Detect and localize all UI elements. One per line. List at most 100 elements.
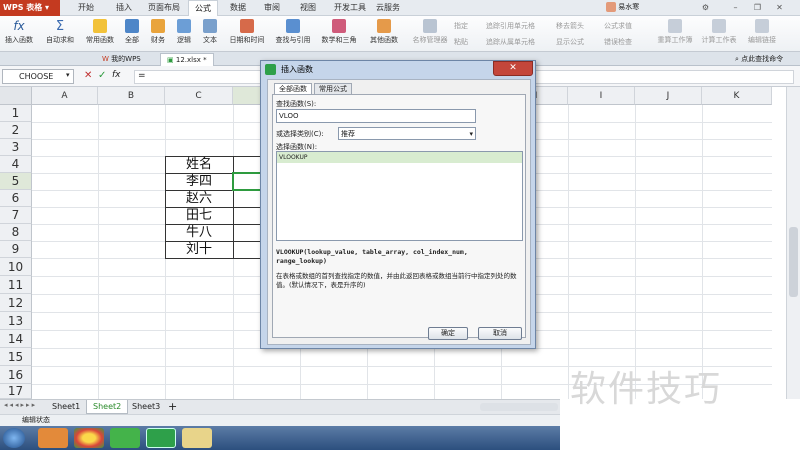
chevron-down-icon[interactable]: ▾ [66, 71, 70, 79]
row-header-2[interactable]: 2 [0, 122, 32, 139]
row-header-15[interactable]: 15 [0, 348, 32, 366]
restore-icon[interactable]: ❐ [752, 2, 763, 13]
autosum-button[interactable]: Σ 自动求和 [40, 16, 80, 52]
select-all-corner[interactable] [0, 87, 32, 105]
col-header-i[interactable]: I [568, 87, 635, 105]
specify-button[interactable]: 指定 [454, 21, 468, 31]
command-search[interactable]: ⌕ 点此查找命令 [735, 54, 783, 64]
tab-data[interactable]: 数据 [224, 0, 252, 16]
finance-button[interactable]: 财务 [146, 16, 170, 52]
cell-c4[interactable]: 姓名 [165, 156, 233, 173]
fx-button[interactable]: fx [112, 70, 121, 80]
user-avatar[interactable]: 易水寒 [606, 2, 639, 12]
function-list[interactable]: VLOOKUP [276, 151, 523, 241]
confirm-icon[interactable]: ✓ [98, 70, 106, 81]
row-header-5[interactable]: 5 [0, 173, 32, 190]
insert-function-button[interactable]: fx 插入函数 [2, 16, 36, 52]
tab-cloud[interactable]: 云服务 [370, 0, 406, 16]
row-header-11[interactable]: 11 [0, 276, 32, 294]
sheet-tab-3[interactable]: Sheet3 [126, 400, 166, 414]
remove-arrows-button[interactable]: 移去箭头 [556, 21, 584, 31]
show-formulas-button[interactable]: 显示公式 [556, 37, 584, 47]
error-check-button[interactable]: 错误检查 [604, 37, 632, 47]
function-search-input[interactable]: VLOO [276, 109, 476, 123]
tab-view[interactable]: 视图 [294, 0, 322, 16]
row-header-7[interactable]: 7 [0, 207, 32, 224]
taskbar-app-icon[interactable] [38, 428, 68, 448]
evaluate-formula-button[interactable]: 公式求值 [604, 21, 632, 31]
lookup-reference-button[interactable]: 查找与引用 [272, 16, 314, 52]
sheet-tab-1[interactable]: Sheet1 [46, 400, 86, 414]
cell-c7[interactable]: 田七 [165, 207, 233, 224]
wechat-icon[interactable] [110, 428, 140, 448]
function-list-item[interactable]: VLOOKUP [277, 152, 522, 163]
row-header-10[interactable]: 10 [0, 258, 32, 276]
tab-formula[interactable]: 公式 [188, 0, 218, 16]
paste-button[interactable]: 粘贴 [454, 37, 468, 47]
common-functions-button[interactable]: 常用函数 [82, 16, 118, 52]
col-header-a[interactable]: A [32, 87, 98, 105]
text-icon [203, 19, 217, 33]
date-time-button[interactable]: 日期和时间 [224, 16, 270, 52]
horizontal-scrollbar[interactable] [480, 403, 558, 411]
row-header-4[interactable]: 4 [0, 156, 32, 173]
wps-sheet-icon[interactable] [146, 428, 176, 448]
other-functions-button[interactable]: 其他函数 [364, 16, 404, 52]
cancel-icon[interactable]: ✕ [84, 70, 92, 81]
app-menu-button[interactable]: WPS 表格 ▾ [0, 0, 60, 16]
tab-page-layout[interactable]: 页面布局 [142, 0, 186, 16]
folder-icon[interactable] [182, 428, 212, 448]
row-header-6[interactable]: 6 [0, 190, 32, 207]
logic-button[interactable]: 逻辑 [172, 16, 196, 52]
menu-bar: WPS 表格 ▾ 开始 插入 页面布局 公式 数据 审阅 视图 开发工具 云服务… [0, 0, 800, 16]
cancel-button[interactable]: 取消 [478, 327, 522, 340]
scrollbar-thumb[interactable] [789, 227, 798, 297]
row-header-13[interactable]: 13 [0, 312, 32, 330]
all-functions-button[interactable]: 全部 [120, 16, 144, 52]
row-header-1[interactable]: 1 [0, 105, 32, 122]
row-header-17[interactable]: 17 [0, 384, 32, 399]
tab-insert[interactable]: 插入 [110, 0, 138, 16]
dialog-close-button[interactable]: ✕ [493, 61, 533, 76]
chrome-icon[interactable] [74, 428, 104, 448]
row-header-14[interactable]: 14 [0, 330, 32, 348]
ok-button[interactable]: 确定 [428, 327, 468, 340]
close-icon[interactable]: ✕ [774, 2, 785, 13]
minimize-icon[interactable]: – [730, 2, 741, 13]
tab-review[interactable]: 审阅 [258, 0, 286, 16]
col-header-j[interactable]: J [635, 87, 702, 105]
trace-precedents-button[interactable]: 追踪引用单元格 [486, 21, 535, 31]
math-trig-button[interactable]: 数学和三角 [316, 16, 362, 52]
cell-c5[interactable]: 李四 [165, 173, 233, 190]
settings-icon[interactable]: ⚙ [700, 2, 711, 13]
cell-c9[interactable]: 刘十 [165, 241, 233, 258]
name-box[interactable]: CHOOSE [2, 69, 74, 84]
col-header-c[interactable]: C [165, 87, 233, 105]
row-header-3[interactable]: 3 [0, 139, 32, 156]
gridline [635, 105, 636, 399]
cell-c8[interactable]: 牛八 [165, 224, 233, 241]
tab-developer[interactable]: 开发工具 [328, 0, 372, 16]
sheet-tab-2[interactable]: Sheet2 [86, 400, 129, 414]
trace-dependents-button[interactable]: 追踪从属单元格 [486, 37, 535, 47]
row-header-16[interactable]: 16 [0, 366, 32, 384]
edit-links-button[interactable]: 编辑链接 [744, 16, 780, 52]
tab-start[interactable]: 开始 [72, 0, 100, 16]
sheet-nav-arrows[interactable]: ◂◂◂▸▸▸ [4, 401, 37, 409]
add-sheet-button[interactable]: + [162, 400, 183, 414]
calc-sheet-button[interactable]: 计算工作表 [698, 16, 740, 52]
row-header-8[interactable]: 8 [0, 224, 32, 241]
col-header-b[interactable]: B [98, 87, 165, 105]
category-select[interactable]: 推荐 ▾ [338, 127, 476, 140]
name-manager-button[interactable]: 名称管理器 [410, 16, 450, 52]
tab-my-wps[interactable]: W 我的WPS [96, 53, 147, 66]
vertical-scrollbar[interactable] [786, 87, 800, 399]
row-header-12[interactable]: 12 [0, 294, 32, 312]
cell-c6[interactable]: 赵六 [165, 190, 233, 207]
text-button[interactable]: 文本 [198, 16, 222, 52]
tab-file[interactable]: ▣ 12.xlsx * [160, 53, 214, 66]
start-button-icon[interactable] [3, 428, 25, 448]
row-header-9[interactable]: 9 [0, 241, 32, 258]
col-header-k[interactable]: K [702, 87, 772, 105]
recalc-workbook-button[interactable]: 重算工作簿 [654, 16, 696, 52]
